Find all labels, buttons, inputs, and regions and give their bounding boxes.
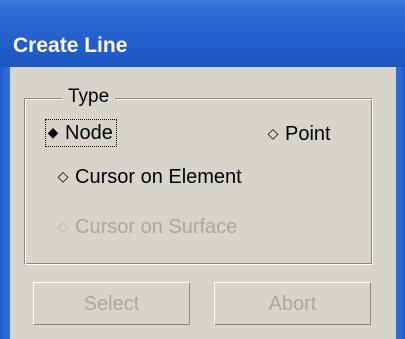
radio-point-label: Point <box>285 123 331 145</box>
radio-unselected-icon: ◇ <box>57 218 69 234</box>
radio-point[interactable]: ◇ Point <box>266 121 331 147</box>
radio-cursor-on-surface-label: Cursor on Surface <box>75 216 238 238</box>
window-frame-left <box>0 67 10 339</box>
radio-cursor-on-element-label: Cursor on Element <box>75 166 242 188</box>
radio-unselected-icon: ◇ <box>267 125 279 141</box>
title-bar[interactable]: Create Line <box>0 0 405 67</box>
radio-node[interactable]: ◆ Node <box>45 119 117 147</box>
window-frame-right <box>396 67 405 339</box>
window-title: Create Line <box>13 34 128 57</box>
radio-selected-icon: ◆ <box>47 124 59 140</box>
radio-node-label: Node <box>65 122 113 144</box>
radio-cursor-on-surface: ◇ Cursor on Surface <box>56 214 238 240</box>
type-group-label: Type <box>62 86 116 108</box>
radio-unselected-icon: ◇ <box>57 168 69 184</box>
select-button[interactable]: Select <box>33 282 190 325</box>
abort-button[interactable]: Abort <box>214 282 371 325</box>
radio-cursor-on-element[interactable]: ◇ Cursor on Element <box>56 164 242 190</box>
create-line-dialog: Create Line Type ◆ Node ◇ Point ◇ Cursor on… <box>0 0 405 339</box>
